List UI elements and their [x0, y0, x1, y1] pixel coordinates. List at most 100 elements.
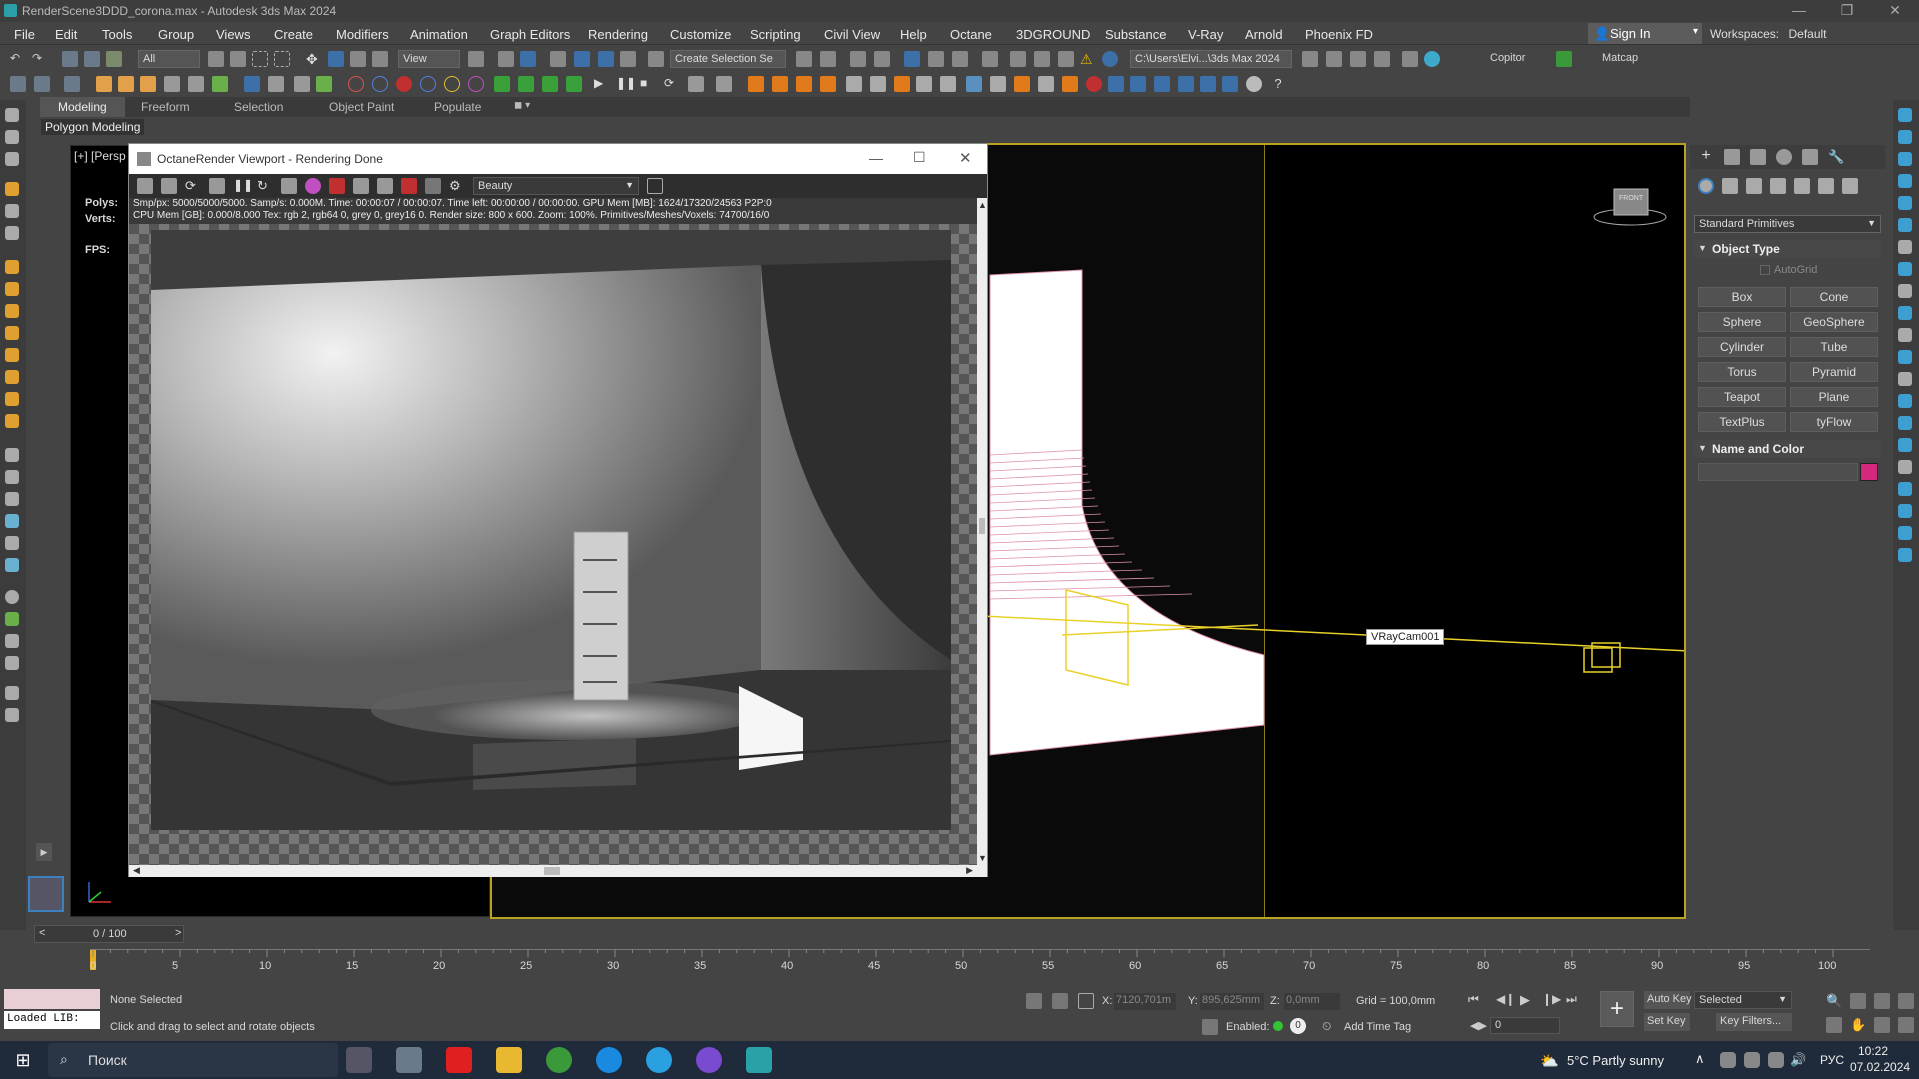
octane-refresh-icon[interactable]: ⟳ [185, 178, 201, 194]
rect-selection-icon[interactable] [252, 51, 268, 67]
select-by-name-icon[interactable] [230, 51, 246, 67]
menu-modifiers[interactable]: Modifiers [336, 27, 389, 42]
utilities-tab-icon[interactable]: 🔧 [1828, 149, 1844, 165]
phoenix-icon-3[interactable] [894, 76, 910, 92]
redo-icon[interactable]: ↷ [32, 51, 48, 67]
key-mode-icon[interactable]: ◀▶ [1470, 1019, 1487, 1032]
3dsmax-taskbar-icon[interactable] [746, 1047, 772, 1073]
octane-copy-icon[interactable] [161, 178, 177, 194]
plane-button[interactable]: Plane [1790, 387, 1878, 407]
menu-animation[interactable]: Animation [410, 27, 468, 42]
space-warps-icon[interactable] [1818, 178, 1834, 194]
fire-icon-1[interactable] [748, 76, 764, 92]
time-next-icon[interactable]: > [175, 927, 181, 939]
move-icon[interactable]: ✥ [306, 51, 322, 67]
octane-close-button[interactable]: ✕ [959, 149, 972, 167]
right-icon-21[interactable] [1898, 548, 1912, 562]
tab-object-paint[interactable]: Object Paint [329, 100, 394, 114]
viewport-label[interactable]: [+] [Persp [74, 149, 126, 163]
torus-button[interactable]: Torus [1698, 362, 1786, 382]
right-icon-11[interactable] [1898, 328, 1912, 342]
toolbar2-icon-5[interactable] [188, 76, 204, 92]
vray-icon-1[interactable] [966, 76, 982, 92]
left-icon-6[interactable] [5, 226, 19, 240]
play-icon[interactable]: ▶ [594, 76, 610, 92]
vray-icon-2[interactable] [990, 76, 1006, 92]
time-slider[interactable]: < 0 / 100 > [34, 925, 184, 943]
motion-tab-icon[interactable] [1776, 149, 1792, 165]
chrome-icon[interactable] [546, 1047, 572, 1073]
toolbar2-icon-15[interactable] [444, 76, 460, 92]
green-tool-icon[interactable] [1556, 51, 1572, 67]
right-icon-14[interactable] [1898, 394, 1912, 408]
object-name-input[interactable] [1698, 463, 1858, 481]
key-selection-dropdown[interactable]: Selected ▼ [1694, 991, 1792, 1009]
fire-icon-4[interactable] [820, 76, 836, 92]
explorer-app-icon[interactable] [396, 1047, 422, 1073]
left-icon-17[interactable] [5, 492, 19, 506]
right-icon-15[interactable] [1898, 416, 1912, 430]
octane-save-icon[interactable] [137, 178, 153, 194]
create-tab-icon[interactable]: + [1698, 148, 1714, 165]
phoenix-icon-1[interactable] [846, 76, 862, 92]
fire-icon-3[interactable] [796, 76, 812, 92]
menu-scripting[interactable]: Scripting [750, 27, 801, 42]
tray-icon-2[interactable] [1744, 1052, 1760, 1068]
object-color-swatch[interactable] [1860, 463, 1878, 481]
menu-substance[interactable]: Substance [1105, 27, 1166, 42]
right-icon-5[interactable] [1898, 196, 1912, 210]
left-icon-18[interactable] [5, 514, 19, 528]
tab-freeform[interactable]: Freeform [141, 100, 190, 114]
material-editor-icon[interactable] [982, 51, 998, 67]
toggle-ribbon-icon[interactable] [904, 51, 920, 67]
left-icon-24[interactable] [5, 656, 19, 670]
task-view-icon[interactable] [346, 1047, 372, 1073]
scroll-right-icon[interactable]: ▶ [966, 865, 973, 876]
menu-phoenix-fd[interactable]: Phoenix FD [1305, 27, 1373, 42]
menu-tools[interactable]: Tools [102, 27, 132, 42]
cameras-icon[interactable] [1770, 178, 1786, 194]
textplus-button[interactable]: TextPlus [1698, 412, 1786, 432]
left-icon-13[interactable] [5, 392, 19, 406]
toolbar2-icon-3[interactable] [140, 76, 156, 92]
bind-space-warp-icon[interactable] [106, 51, 122, 67]
menu-3dground[interactable]: 3DGROUND [1016, 27, 1090, 42]
vray-icon-4[interactable] [1038, 76, 1054, 92]
menu-customize[interactable]: Customize [670, 27, 731, 42]
select-object-icon[interactable] [208, 51, 224, 67]
schematic-view-icon[interactable] [952, 51, 968, 67]
phoenix-icon-2[interactable] [870, 76, 886, 92]
align-icon[interactable] [820, 51, 836, 67]
left-icon-10[interactable] [5, 326, 19, 340]
snaps-toggle-icon[interactable] [550, 51, 566, 67]
menu-arnold[interactable]: Arnold [1245, 27, 1283, 42]
vray-icon-9[interactable] [1154, 76, 1170, 92]
file-explorer-icon[interactable] [496, 1047, 522, 1073]
set-key-big-button[interactable]: + [1600, 991, 1634, 1027]
pan-icon[interactable]: ✋ [1850, 1017, 1866, 1033]
toolbar2-icon-1[interactable] [96, 76, 112, 92]
name-and-color-rollout[interactable]: ▼ Name and Color [1694, 440, 1881, 458]
menu-help[interactable]: Help [900, 27, 927, 42]
menu-octane[interactable]: Octane [950, 27, 992, 42]
play-animation-icon[interactable]: ▶ [1520, 992, 1530, 1008]
toolbar2-icon-2[interactable] [118, 76, 134, 92]
toolbar2-icon-4[interactable] [164, 76, 180, 92]
lights-icon[interactable] [1746, 178, 1762, 194]
select-manipulate-icon[interactable] [498, 51, 514, 67]
vray-icon-7[interactable] [1108, 76, 1124, 92]
render-production-icon[interactable] [1058, 51, 1074, 67]
sphere-button[interactable]: Sphere [1698, 312, 1786, 332]
ribbon-options-icon[interactable]: ◼ ▾ [514, 100, 530, 111]
cone-button[interactable]: Cone [1790, 287, 1878, 307]
right-icon-13[interactable] [1898, 372, 1912, 386]
go-to-start-icon[interactable]: ⏮ [1468, 992, 1479, 1007]
lock-selection-icon[interactable] [1052, 993, 1068, 1009]
time-prev-icon[interactable]: < [39, 927, 45, 939]
right-icon-10[interactable] [1898, 306, 1912, 320]
absolute-mode-icon[interactable] [1078, 993, 1094, 1009]
project-icon-2[interactable] [1326, 51, 1342, 67]
octane-film-icon[interactable] [353, 178, 369, 194]
volume-icon[interactable]: 🔊 [1790, 1052, 1806, 1068]
keyboard-shortcut-override-icon[interactable] [520, 51, 536, 67]
